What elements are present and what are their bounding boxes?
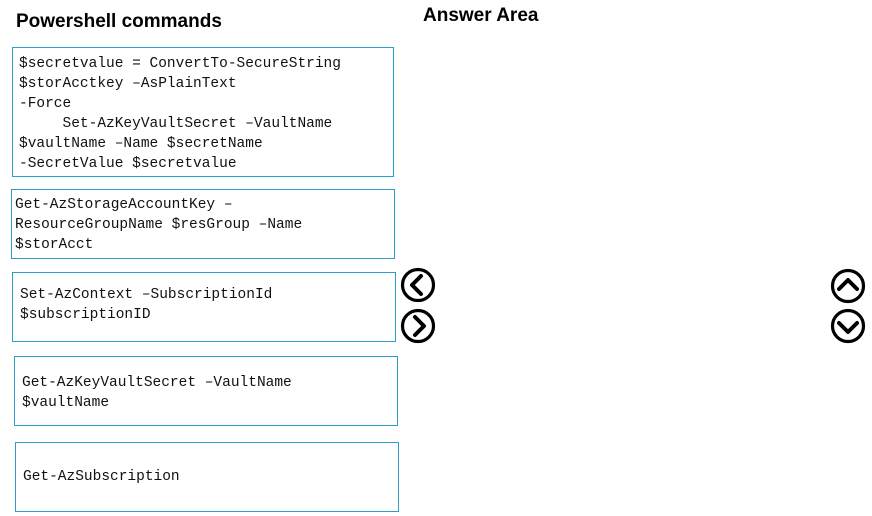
move-left-button[interactable] xyxy=(400,267,436,303)
commands-heading: Powershell commands xyxy=(16,11,222,32)
command-box-set-keyvault-secret[interactable]: $secretvalue = ConvertTo-SecureString $s… xyxy=(12,47,394,177)
chevron-left-icon xyxy=(400,267,436,303)
move-up-button[interactable] xyxy=(830,268,866,304)
command-box-get-keyvault-secret[interactable]: Get-AzKeyVaultSecret –VaultName $vaultNa… xyxy=(14,356,398,426)
command-box-get-storage-account-key[interactable]: Get-AzStorageAccountKey – ResourceGroupN… xyxy=(11,189,395,259)
chevron-right-icon xyxy=(400,308,436,344)
answer-area-heading: Answer Area xyxy=(423,5,539,26)
move-down-button[interactable] xyxy=(830,308,866,344)
answer-area xyxy=(440,40,820,510)
command-box-get-azsubscription[interactable]: Get-AzSubscription xyxy=(15,442,399,512)
chevron-up-icon xyxy=(830,268,866,304)
command-box-set-azcontext[interactable]: Set-AzContext –SubscriptionId $subscript… xyxy=(12,272,396,342)
move-right-button[interactable] xyxy=(400,308,436,344)
chevron-down-icon xyxy=(830,308,866,344)
